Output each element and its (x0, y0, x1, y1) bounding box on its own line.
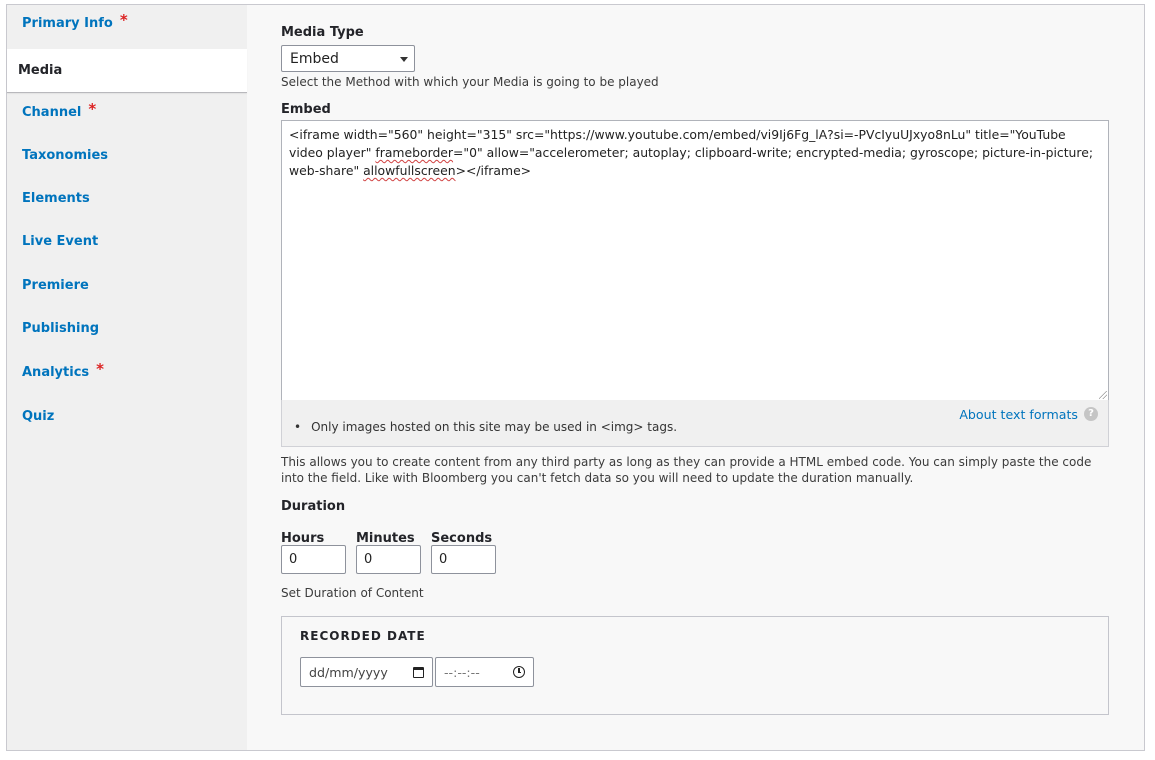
embed-code: ></iframe> (455, 163, 532, 178)
media-type-select[interactable]: Embed (281, 45, 415, 72)
tab-taxonomies[interactable]: Taxonomies (7, 137, 247, 173)
media-type-description: Select the Method with which your Media … (281, 75, 659, 89)
minutes-label: Minutes (356, 531, 415, 546)
embed-textarea[interactable]: <iframe width="560" height="315" src="ht… (281, 120, 1109, 401)
tab-premiere[interactable]: Premiere (7, 267, 247, 303)
minutes-input[interactable]: 0 (356, 545, 421, 574)
duration-description: Set Duration of Content (281, 586, 424, 600)
tab-channel[interactable]: Channel * (7, 94, 247, 130)
tab-label: Live Event (22, 233, 99, 249)
required-asterisk: * (96, 360, 104, 378)
tab-label: Analytics (22, 364, 90, 380)
about-text-formats-link[interactable]: About text formats (959, 407, 1078, 422)
format-rule-item: Only images hosted on this site may be u… (294, 420, 677, 434)
tab-quiz[interactable]: Quiz (7, 398, 247, 434)
tab-label: Quiz (22, 408, 55, 424)
tab-analytics[interactable]: Analytics * (7, 354, 247, 390)
hours-label: Hours (281, 531, 325, 546)
recorded-date-legend: RECORDED DATE (300, 629, 426, 643)
tab-live-event[interactable]: Live Event (7, 223, 247, 259)
time-placeholder: --:--:-- (444, 664, 480, 680)
calendar-icon[interactable] (413, 667, 424, 678)
text-format-wrapper: About text formats ? Only images hosted … (281, 400, 1109, 447)
tab-pane-media: Media Type Embed Select the Method with … (247, 5, 1144, 750)
embed-label: Embed (281, 102, 331, 117)
tab-label: Taxonomies (22, 147, 109, 163)
chevron-down-icon (400, 57, 408, 62)
tab-label: Premiere (22, 277, 89, 293)
recorded-date-fieldset: RECORDED DATE dd/mm/yyyy --:--:-- (281, 616, 1109, 715)
hours-value: 0 (289, 552, 298, 567)
seconds-value: 0 (439, 552, 448, 567)
tab-publishing[interactable]: Publishing (7, 310, 247, 346)
recorded-date-input[interactable]: dd/mm/yyyy (300, 657, 433, 687)
required-asterisk: * (119, 11, 128, 29)
media-type-selected: Embed (290, 50, 339, 67)
embed-code-spellcheck-word: frameborder (375, 145, 454, 160)
tab-label: Media (18, 63, 63, 78)
tab-label: Primary Info (22, 15, 113, 31)
hours-input[interactable]: 0 (281, 545, 346, 574)
tab-media[interactable]: Media (7, 49, 247, 93)
vertical-tabs: Primary Info * Media Channel * Taxonomie… (7, 5, 247, 750)
resize-handle[interactable] (1099, 391, 1107, 399)
date-placeholder: dd/mm/yyyy (309, 664, 388, 680)
required-asterisk: * (88, 100, 97, 118)
recorded-time-input[interactable]: --:--:-- (435, 657, 534, 687)
clock-icon[interactable] (513, 666, 525, 678)
tab-label: Elements (22, 190, 90, 206)
media-type-label: Media Type (281, 25, 364, 40)
embed-code-spellcheck-word: allowfullscreen (363, 163, 456, 178)
node-edit-form: Primary Info * Media Channel * Taxonomie… (6, 4, 1145, 751)
tab-label: Publishing (22, 320, 100, 336)
tab-elements[interactable]: Elements (7, 180, 247, 216)
tab-label: Channel (22, 104, 82, 120)
seconds-label: Seconds (431, 531, 493, 546)
seconds-input[interactable]: 0 (431, 545, 496, 574)
embed-description: This allows you to create content from a… (281, 455, 1092, 485)
minutes-value: 0 (364, 552, 373, 567)
duration-label: Duration (281, 499, 346, 514)
help-icon[interactable]: ? (1084, 407, 1098, 421)
tab-primary-info[interactable]: Primary Info * (7, 5, 247, 41)
